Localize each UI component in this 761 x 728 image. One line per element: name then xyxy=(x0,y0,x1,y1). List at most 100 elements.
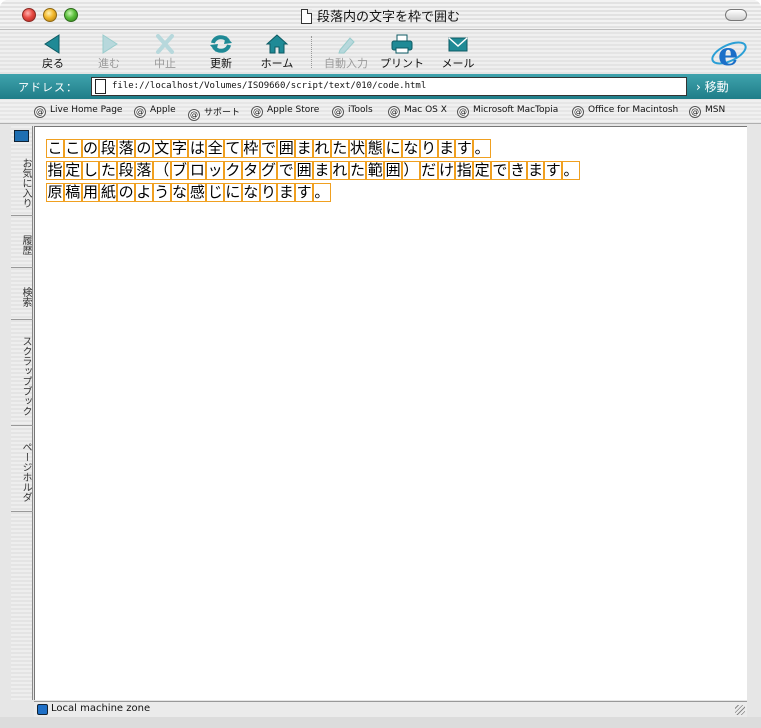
boxed-character: 落 xyxy=(134,161,153,180)
stop-x-icon xyxy=(156,34,174,54)
forward-button[interactable]: 進む xyxy=(81,34,137,72)
favorite-at-icon: @ xyxy=(134,106,146,118)
window-bottom-edge xyxy=(0,717,761,728)
back-arrow-icon xyxy=(44,34,60,54)
boxed-character: な xyxy=(170,183,189,202)
boxed-line-3: 原稿用紙のような感じになります。 xyxy=(46,183,331,202)
document-icon xyxy=(300,9,312,24)
boxed-character: 字 xyxy=(170,139,189,158)
boxed-character: ま xyxy=(312,161,331,180)
explorer-bar-tabs: お気に入り 履歴 検索 スクラップブック ページホルダ xyxy=(11,126,33,700)
favorite-at-icon: @ xyxy=(34,106,46,118)
favorite-microsoft-mactopia[interactable]: @ Microsoft MacTopia xyxy=(457,105,558,118)
favorite-label: MSN xyxy=(705,105,726,115)
boxed-character: に xyxy=(384,139,403,158)
favorite-msn[interactable]: @ MSN xyxy=(689,105,725,118)
refresh-button[interactable]: 更新 xyxy=(193,34,249,72)
boxed-character: ッ xyxy=(206,161,225,180)
boxed-character: （ xyxy=(152,161,171,180)
mail-button[interactable]: メール xyxy=(430,34,486,72)
favorite-support[interactable]: @ サポート xyxy=(188,105,240,121)
boxed-character: 囲 xyxy=(277,139,296,158)
boxed-character: う xyxy=(152,183,171,202)
boxed-character: で xyxy=(277,161,296,180)
internet-explorer-logo-icon: e xyxy=(711,35,747,72)
tab-history[interactable]: 履歴 xyxy=(11,222,33,268)
tab-scrapbook[interactable]: スクラップブック xyxy=(11,326,33,426)
favorite-live-home-page[interactable]: @ Live Home Page xyxy=(34,105,122,118)
boxed-character: 紙 xyxy=(99,183,118,202)
window-right-edge xyxy=(747,126,761,717)
window-left-edge xyxy=(0,126,11,717)
favorite-itools[interactable]: @ iTools xyxy=(332,105,373,118)
favorite-at-icon: @ xyxy=(572,106,584,118)
boxed-character: ） xyxy=(401,161,420,180)
favorite-mac-os-x[interactable]: @ Mac OS X xyxy=(388,105,447,118)
go-chevron-icon: › xyxy=(696,80,705,94)
address-field[interactable]: file://localhost/Volumes/ISO9660/script/… xyxy=(91,77,687,96)
title-bar[interactable]: 段落内の文字を枠で囲む xyxy=(0,0,761,30)
boxed-character: 状 xyxy=(348,139,367,158)
toolbar-separator xyxy=(311,36,312,68)
boxed-character: す xyxy=(544,161,563,180)
boxed-character: ま xyxy=(295,139,314,158)
favorite-apple[interactable]: @ Apple xyxy=(134,105,176,118)
favorite-at-icon: @ xyxy=(332,106,344,118)
boxed-character: 囲 xyxy=(295,161,314,180)
autofill-pencil-icon xyxy=(338,37,355,54)
boxed-character: ク xyxy=(223,161,242,180)
boxed-line-1: ここの段落の文字は全て枠で囲まれた状態になります。 xyxy=(46,139,492,158)
boxed-character: 範 xyxy=(366,161,385,180)
favorite-at-icon: @ xyxy=(188,109,200,121)
favorite-label: サポート xyxy=(204,108,241,118)
boxed-character: 。 xyxy=(473,139,492,158)
tab-favorites[interactable]: お気に入り xyxy=(11,150,33,216)
favorite-office-for-macintosh[interactable]: @ Office for Macintosh xyxy=(572,105,678,118)
print-button[interactable]: プリント xyxy=(374,34,430,72)
boxed-character: で xyxy=(259,139,278,158)
back-button[interactable]: 戻る xyxy=(25,34,81,72)
boxed-character: こ xyxy=(46,139,64,158)
zone-status-text: Local machine zone xyxy=(51,703,151,714)
boxed-character: 指 xyxy=(455,161,474,180)
status-bar: Local machine zone xyxy=(34,701,747,717)
autofill-button[interactable]: 自動入力 xyxy=(317,34,375,72)
stop-button[interactable]: 中止 xyxy=(137,34,193,72)
tab-search[interactable]: 検索 xyxy=(11,274,33,320)
autofill-label: 自動入力 xyxy=(324,57,368,70)
favorite-label: Mac OS X xyxy=(404,105,447,115)
boxed-character: 段 xyxy=(99,139,118,158)
resize-grip-icon[interactable] xyxy=(735,705,745,715)
forward-label: 進む xyxy=(98,57,120,70)
browser-window: 段落内の文字を枠で囲む 戻る 進む 中止 更新 ホーム 自動入力 プリント メー… xyxy=(0,0,761,728)
favorites-bar: @ Live Home Page @ Apple @ サポート @ Apple Stor… xyxy=(0,100,761,124)
toolbar: 戻る 進む 中止 更新 ホーム 自動入力 プリント メール e xyxy=(0,30,761,74)
favorite-label: Apple xyxy=(150,105,176,115)
boxed-character: 用 xyxy=(81,183,100,202)
boxed-character: ロ xyxy=(188,161,207,180)
go-button[interactable]: › 移動 xyxy=(696,78,729,95)
favorite-apple-store[interactable]: @ Apple Store xyxy=(251,105,319,118)
home-label: ホーム xyxy=(260,57,294,70)
boxed-character: ブ xyxy=(170,161,189,180)
boxed-character: 段 xyxy=(117,161,136,180)
favorite-at-icon: @ xyxy=(457,106,469,118)
boxed-character: て xyxy=(223,139,242,158)
boxed-character: は xyxy=(188,139,207,158)
home-button[interactable]: ホーム xyxy=(249,34,305,72)
toolbar-toggle-button[interactable] xyxy=(725,9,747,21)
boxed-character: 。 xyxy=(312,183,331,202)
boxed-character: の xyxy=(117,183,136,202)
boxed-character: タ xyxy=(241,161,260,180)
tab-page-holder[interactable]: ページホルダ xyxy=(11,432,33,512)
boxed-character: 感 xyxy=(188,183,207,202)
sidebar-toggle-icon[interactable] xyxy=(14,130,29,142)
boxed-character: ま xyxy=(277,183,296,202)
mail-envelope-icon xyxy=(448,37,468,52)
zone-icon xyxy=(37,704,48,715)
boxed-character: 全 xyxy=(206,139,225,158)
boxed-character: 定 xyxy=(473,161,492,180)
boxed-character: 定 xyxy=(63,161,82,180)
print-label: プリント xyxy=(380,57,424,70)
boxed-character: よ xyxy=(134,183,153,202)
